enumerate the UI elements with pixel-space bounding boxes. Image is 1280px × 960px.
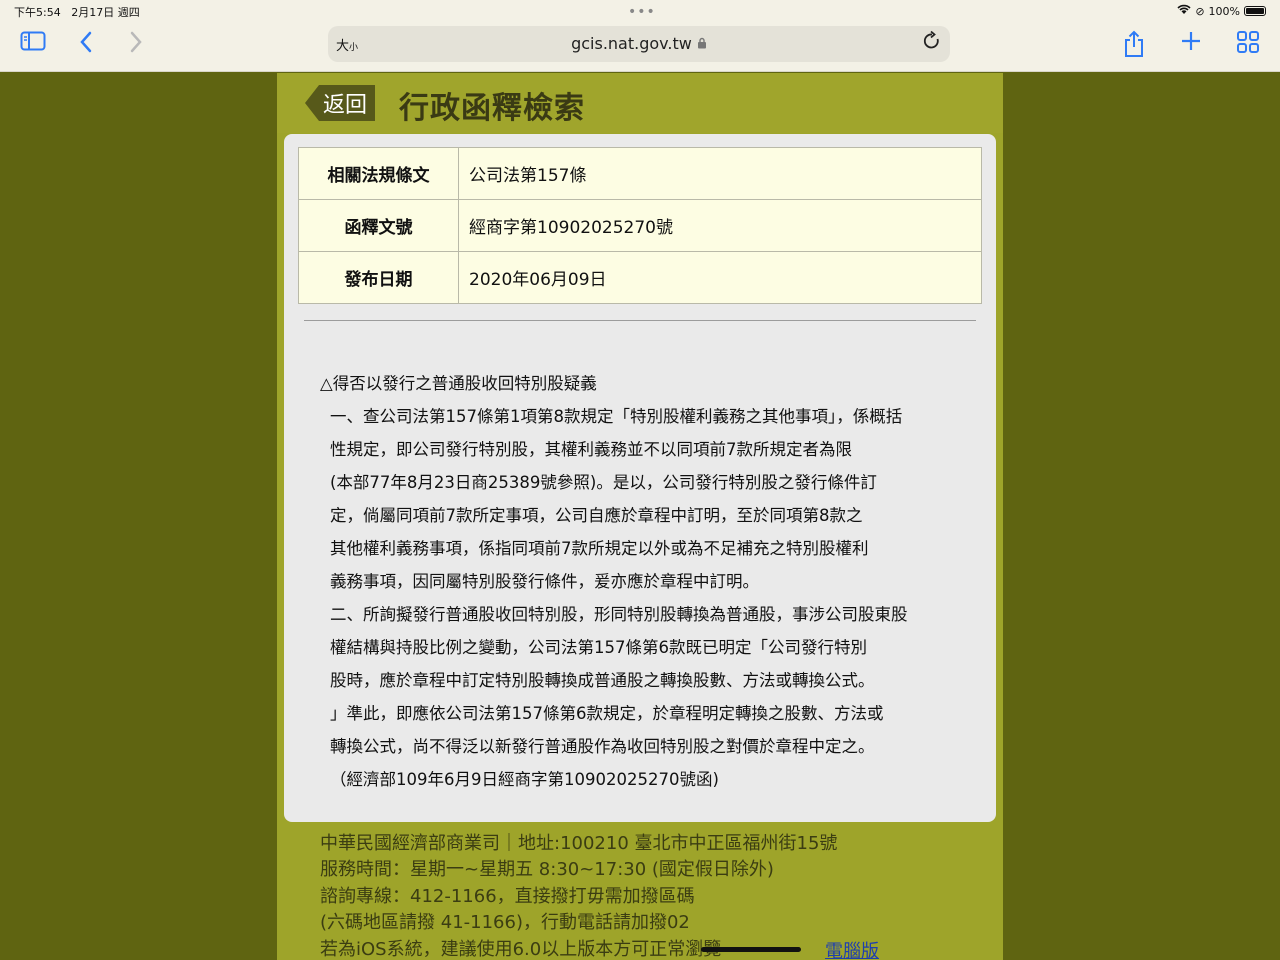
desktop-version-link[interactable]: 電腦版	[825, 937, 879, 960]
text-line: （經濟部109年6月9日經商字第10902025270號函)	[330, 770, 719, 789]
row-value: 2020年06月09日	[458, 251, 982, 304]
status-time-date: 下午5:54 2月17日 週四	[14, 4, 140, 20]
text-line: 定，倘屬同項前7款所定事項，公司自應於章程中訂明，至於同項第8款之	[330, 506, 863, 525]
browser-chrome: 下午5:54 2月17日 週四 ••• ⊘ 100% 大小 gcis.nat.g…	[0, 0, 1280, 72]
text-line: 權結構與持股比例之變動，公司法第157條第6款既已明定「公司發行特別	[330, 638, 867, 657]
ruling-text: △得否以發行之普通股收回特別股疑義 一、查公司法第157條第1項第8款規定「特別…	[320, 367, 970, 796]
url-text: gcis.nat.gov.tw	[571, 34, 692, 53]
multitask-dots-icon[interactable]: •••	[628, 4, 656, 20]
row-value: 經商字第10902025270號	[458, 199, 982, 252]
share-icon[interactable]	[1122, 30, 1146, 65]
row-key: 函釋文號	[298, 199, 459, 252]
text-line: 二、所詢擬發行普通股收回特別股，形同特別股轉換為普通股，事涉公司股東股	[330, 605, 908, 624]
lock-icon	[697, 34, 707, 53]
text-line: 義務事項，因同屬特別股發行條件，爰亦應於章程中訂明。	[330, 572, 759, 591]
text-line: 轉換公式，尚不得泛以新發行普通股作為收回特別股之對價於章程中定之。	[330, 737, 875, 756]
status-right: ⊘ 100%	[1177, 4, 1266, 18]
footer-line: 諮詢專線：412-1166，直接撥打毋需加撥區碼	[320, 885, 695, 907]
back-button[interactable]: 返回	[305, 85, 375, 121]
text-line: 性規定，即公司發行特別股，其權利義務並不以同項前7款所規定者為限	[330, 440, 852, 459]
forward-chevron-icon[interactable]	[128, 30, 144, 61]
text-line: 」準此，即應依公司法第157條第6款規定，於章程明定轉換之股數、方法或	[330, 704, 884, 723]
text-line: 其他權利義務事項，係指同項前7款所規定以外或為不足補充之特別股權利	[330, 539, 869, 558]
address-bar[interactable]: 大小 gcis.nat.gov.tw	[328, 26, 950, 62]
info-table: 相關法規條文 公司法第157條 函釋文號 經商字第10902025270號 發布…	[298, 147, 982, 304]
row-key: 相關法規條文	[298, 147, 459, 200]
footer-line: 服務時間：星期一~星期五 8:30~17:30 (國定假日除外)	[320, 859, 774, 881]
home-indicator	[701, 947, 801, 952]
status-date: 2月17日 週四	[71, 6, 140, 19]
orientation-lock-icon: ⊘	[1195, 4, 1205, 18]
wifi-icon	[1177, 4, 1191, 18]
text-line: 股時，應於章程中訂定特別股轉換成普通股之轉換股數、方法或轉換公式。	[330, 671, 875, 690]
page-column: 返回 行政函釋檢索 相關法規條文 公司法第157條 函釋文號 經商字第10902…	[277, 73, 1003, 960]
table-row: 函釋文號 經商字第10902025270號	[298, 199, 982, 252]
text-line: (本部77年8月23日商25389號參照)。是以，公司發行特別股之發行條件訂	[330, 473, 877, 492]
content-card: 相關法規條文 公司法第157條 函釋文號 經商字第10902025270號 發布…	[284, 134, 996, 822]
table-row: 發布日期 2020年06月09日	[298, 251, 982, 304]
table-row: 相關法規條文 公司法第157條	[298, 147, 982, 200]
sidebar-icon[interactable]	[20, 30, 46, 59]
row-value: 公司法第157條	[458, 147, 982, 200]
new-tab-plus-icon[interactable]	[1180, 30, 1202, 59]
footer-line: (六碼地區請撥 41-1166)，行動電話請加撥02	[320, 912, 690, 934]
status-time: 下午5:54	[14, 6, 61, 19]
row-key: 發布日期	[298, 251, 459, 304]
divider	[304, 320, 976, 321]
footer-line: 中華民國經濟部商業司｜地址:100210 臺北市中正區福州街15號	[320, 833, 838, 854]
battery-icon	[1244, 6, 1266, 16]
page-header: 返回 行政函釋檢索	[277, 73, 1003, 133]
page-title: 行政函釋檢索	[399, 91, 585, 126]
text-line: △得否以發行之普通股收回特別股疑義	[320, 374, 597, 393]
battery-percent: 100%	[1208, 4, 1240, 18]
url-field[interactable]: gcis.nat.gov.tw	[328, 34, 950, 53]
reload-icon[interactable]	[922, 30, 942, 57]
back-chevron-icon[interactable]	[78, 30, 94, 61]
text-line: 一、查公司法第157條第1項第8款規定「特別股權利義務之其他事項」，係概括	[330, 407, 903, 426]
tabs-overview-icon[interactable]	[1236, 30, 1260, 61]
